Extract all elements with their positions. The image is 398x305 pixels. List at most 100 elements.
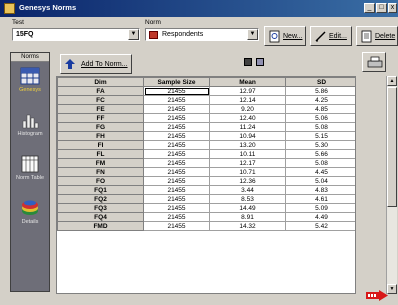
table-cell[interactable]: 5.15 <box>285 131 355 141</box>
row-header-cell[interactable]: FN <box>57 167 144 177</box>
table-cell[interactable]: 8.53 <box>209 194 286 204</box>
table-row[interactable]: FQ1 21455 3.44 4.83 <box>57 185 355 195</box>
table-row[interactable]: FC 21455 12.14 4.25 <box>57 95 355 105</box>
row-header-cell[interactable]: FO <box>57 176 144 186</box>
table-row[interactable]: FN 21455 10.71 4.45 <box>57 167 355 177</box>
table-cell[interactable]: 21455 <box>143 122 210 132</box>
close-button[interactable]: x <box>388 3 397 13</box>
table-cell[interactable]: 21455 <box>143 221 210 231</box>
table-row[interactable]: FQ4 21455 8.91 4.49 <box>57 212 355 222</box>
table-cell[interactable]: 10.94 <box>209 131 286 141</box>
table-cell[interactable]: 12.40 <box>209 113 286 123</box>
table-cell[interactable]: 10.11 <box>209 149 286 159</box>
table-cell[interactable]: 10.71 <box>209 167 286 177</box>
table-row[interactable]: FA 21455 12.97 5.86 <box>57 86 355 96</box>
table-cell[interactable]: 5.08 <box>285 158 355 168</box>
table-cell[interactable]: 21455 <box>143 113 210 123</box>
table-row[interactable]: FMD 21455 14.32 5.42 <box>57 221 355 231</box>
table-cell[interactable]: 4.61 <box>285 194 355 204</box>
row-header-cell[interactable]: FH <box>57 131 144 141</box>
save-icon[interactable] <box>244 58 252 66</box>
row-header-cell[interactable]: FQ3 <box>57 203 144 213</box>
table-cell[interactable]: 5.08 <box>285 122 355 132</box>
row-header-cell[interactable]: FE <box>57 104 144 114</box>
table-cell[interactable]: 21455 <box>143 176 210 186</box>
test-select[interactable]: 15FQ ▼ <box>12 28 140 41</box>
table-cell[interactable]: 21455 <box>143 131 210 141</box>
row-header-cell[interactable]: FL <box>57 149 144 159</box>
chevron-down-icon[interactable]: ▼ <box>247 29 258 40</box>
table-cell[interactable]: 21455 <box>143 149 210 159</box>
table-row[interactable]: FL 21455 10.11 5.66 <box>57 149 355 159</box>
sidebar-item-genesys[interactable]: Genesys <box>11 65 49 105</box>
table-cell[interactable]: 14.49 <box>209 203 286 213</box>
column-header-sample-size[interactable]: Sample Size <box>143 77 210 87</box>
table-cell[interactable]: 21455 <box>143 104 210 114</box>
table-cell[interactable]: 4.83 <box>285 185 355 195</box>
add-to-norm-button[interactable]: Add To Norm... <box>60 54 132 74</box>
row-header-cell[interactable]: FA <box>57 86 144 96</box>
table-cell[interactable]: 21455 <box>143 86 210 96</box>
row-header-cell[interactable]: FI <box>57 140 144 150</box>
table-cell[interactable]: 4.25 <box>285 95 355 105</box>
column-header-dim[interactable]: Dim <box>57 77 144 87</box>
row-header-cell[interactable]: FG <box>57 122 144 132</box>
column-header-sd[interactable]: SD <box>285 77 355 87</box>
table-cell[interactable]: 21455 <box>143 167 210 177</box>
row-header-cell[interactable]: FF <box>57 113 144 123</box>
row-header-cell[interactable]: FC <box>57 95 144 105</box>
norm-select[interactable]: Respondents ▼ <box>145 28 259 41</box>
table-cell[interactable]: 5.30 <box>285 140 355 150</box>
scroll-down-icon[interactable]: ▼ <box>387 284 397 294</box>
new-norm-button[interactable]: New... <box>264 26 306 46</box>
scroll-up-icon[interactable]: ▲ <box>387 76 397 86</box>
table-row[interactable]: FE 21455 9.20 4.85 <box>57 104 355 114</box>
table-cell[interactable]: 4.49 <box>285 212 355 222</box>
row-header-cell[interactable]: FM <box>57 158 144 168</box>
table-cell[interactable]: 21455 <box>143 95 210 105</box>
column-header-mean[interactable]: Mean <box>209 77 286 87</box>
print-preview-icon[interactable] <box>256 58 264 66</box>
table-cell[interactable]: 5.42 <box>285 221 355 231</box>
table-row[interactable]: FQ3 21455 14.49 5.09 <box>57 203 355 213</box>
delete-norm-button[interactable]: Delete <box>356 26 398 46</box>
print-button[interactable] <box>362 52 386 72</box>
maximize-button[interactable]: □ <box>376 3 387 13</box>
chevron-down-icon[interactable]: ▼ <box>128 29 139 40</box>
table-cell[interactable]: 21455 <box>143 194 210 204</box>
vertical-scrollbar[interactable]: ▲ ▼ <box>386 76 397 294</box>
table-row[interactable]: FM 21455 12.17 5.08 <box>57 158 355 168</box>
table-cell[interactable]: 9.20 <box>209 104 286 114</box>
table-cell[interactable]: 5.04 <box>285 176 355 186</box>
table-cell[interactable]: 3.44 <box>209 185 286 195</box>
table-cell[interactable]: 12.97 <box>209 86 286 96</box>
sidebar-item-details[interactable]: Details <box>11 197 49 237</box>
edit-norm-button[interactable]: Edit... <box>310 26 352 46</box>
next-arrow-icon[interactable] <box>366 290 388 301</box>
table-cell[interactable]: 5.66 <box>285 149 355 159</box>
table-cell[interactable]: 4.85 <box>285 104 355 114</box>
table-cell[interactable]: 4.45 <box>285 167 355 177</box>
row-header-cell[interactable]: FQ2 <box>57 194 144 204</box>
table-cell[interactable]: 14.32 <box>209 221 286 231</box>
table-cell[interactable]: 12.17 <box>209 158 286 168</box>
table-cell[interactable]: 21455 <box>143 203 210 213</box>
table-row[interactable]: FG 21455 11.24 5.08 <box>57 122 355 132</box>
table-row[interactable]: FO 21455 12.36 5.04 <box>57 176 355 186</box>
table-cell[interactable]: 21455 <box>143 212 210 222</box>
sidebar-item-histogram[interactable]: Histogram <box>11 109 49 149</box>
sidebar-item-norm-table[interactable]: Norm Table <box>11 153 49 193</box>
table-cell[interactable]: 5.09 <box>285 203 355 213</box>
row-header-cell[interactable]: FMD <box>57 221 144 231</box>
table-cell[interactable]: 12.36 <box>209 176 286 186</box>
scroll-thumb[interactable] <box>387 87 397 207</box>
row-header-cell[interactable]: FQ1 <box>57 185 144 195</box>
row-header-cell[interactable]: FQ4 <box>57 212 144 222</box>
table-cell[interactable]: 5.86 <box>285 86 355 96</box>
table-cell[interactable]: 21455 <box>143 158 210 168</box>
table-row[interactable]: FQ2 21455 8.53 4.61 <box>57 194 355 204</box>
table-cell[interactable]: 5.06 <box>285 113 355 123</box>
table-row[interactable]: FI 21455 13.20 5.30 <box>57 140 355 150</box>
table-row[interactable]: FF 21455 12.40 5.06 <box>57 113 355 123</box>
table-cell[interactable]: 8.91 <box>209 212 286 222</box>
